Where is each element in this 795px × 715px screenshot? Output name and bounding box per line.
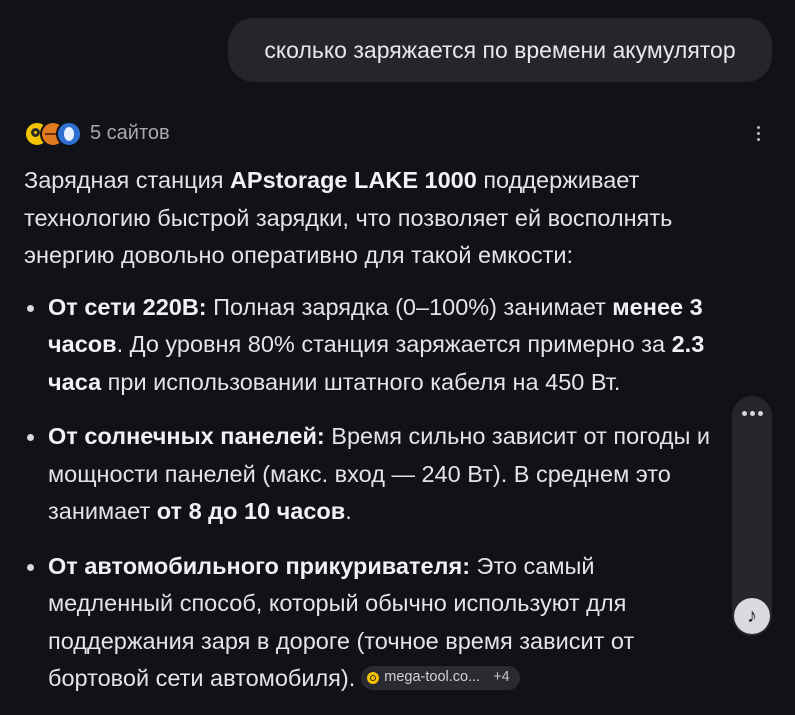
bold-text: APstorage LAKE 1000 — [229, 167, 477, 193]
source-favicons — [24, 119, 84, 147]
bold-text: От автомобильного прикуривателя: — [48, 552, 471, 579]
bold-text: От солнечных панелей: — [48, 423, 325, 449]
user-message-bubble: сколько заряжается по времени акумулятор — [228, 18, 772, 82]
answer-bullet-item: От солнечных панелей: Время сильно завис… — [24, 418, 724, 531]
more-vertical-icon[interactable] — [750, 120, 766, 146]
answer-bullet-item: От автомобильного прикуривателя: Это сам… — [24, 548, 724, 698]
answer-body: Зарядная станция APstorage LAKE 1000 под… — [24, 162, 724, 715]
citation-chip[interactable]: mega-tool.co... +4 — [361, 666, 520, 690]
citation-domain: mega-tool.co... — [384, 669, 481, 686]
citation-favicon-icon — [367, 672, 380, 684]
bold-text: от 8 до 10 часов — [156, 498, 346, 524]
text-run: Полная зарядка (0–100%) занимает — [206, 293, 613, 320]
sources-count: 5 сайтов — [90, 121, 170, 144]
answer-bullet-item: От сети 220В: Полная зарядка (0–100%) за… — [24, 289, 724, 402]
source-favicon-3-icon — [56, 121, 82, 147]
answer-bullet-list: От сети 220В: Полная зарядка (0–100%) за… — [24, 289, 724, 698]
music-note-icon[interactable]: ♪ — [734, 598, 770, 634]
more-horizontal-icon[interactable] — [740, 408, 764, 418]
answer-intro: Зарядная станция APstorage LAKE 1000 под… — [24, 162, 724, 275]
user-message-text: сколько заряжается по времени акумулятор — [264, 36, 736, 63]
text-run: Зарядная станция — [24, 167, 230, 193]
text-run: при использовании штатного кабеля на 450… — [101, 368, 621, 395]
text-run: . — [345, 498, 352, 524]
citation-extra-count: +4 — [493, 669, 510, 686]
bold-text: От сети 220В: — [48, 293, 207, 320]
text-run: . До уровня 80% станция заряжается приме… — [116, 331, 672, 357]
sources-button[interactable]: 5 сайтов — [24, 116, 170, 150]
